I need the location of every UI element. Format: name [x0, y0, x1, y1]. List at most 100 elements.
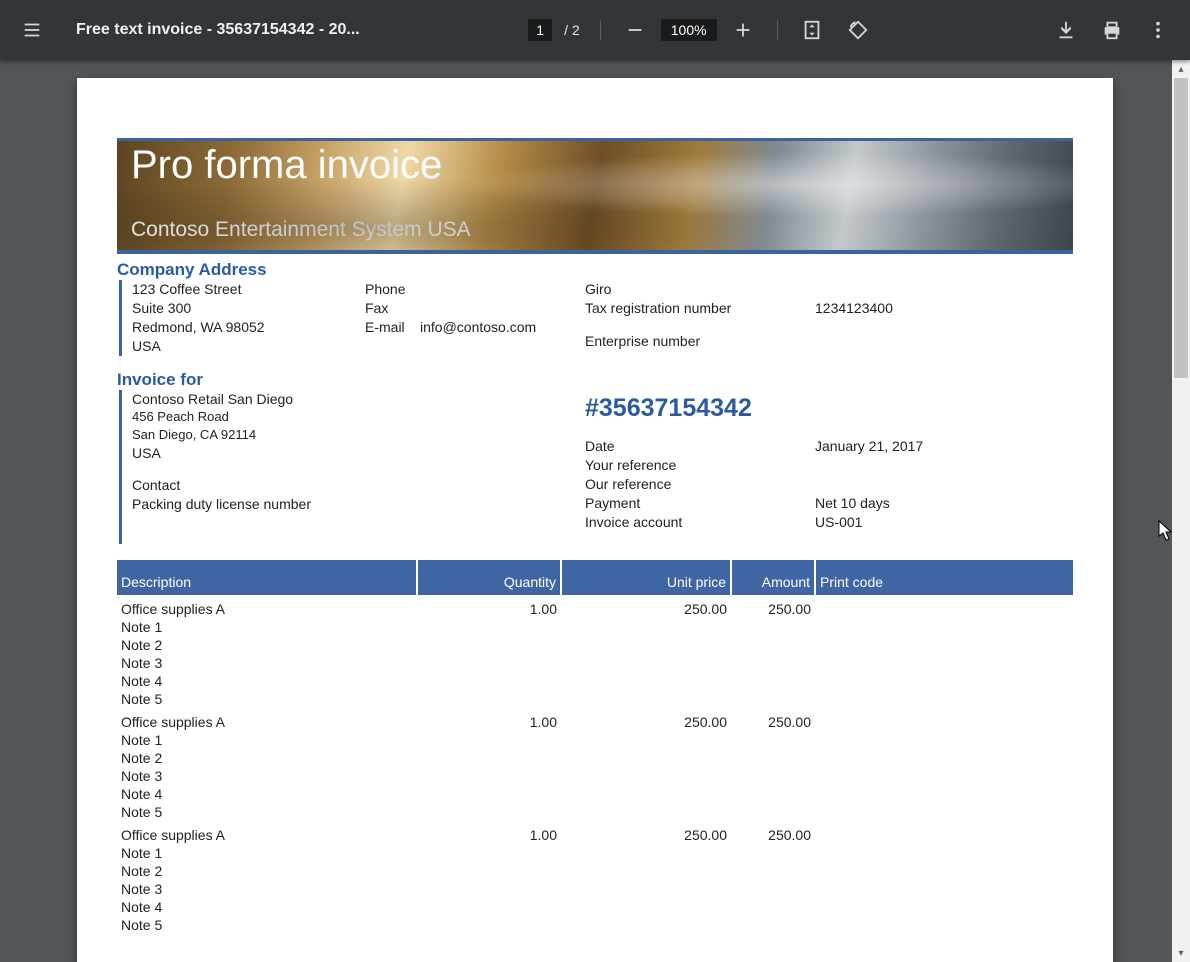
cust-line: Contoso Retail San Diego	[132, 390, 585, 409]
zoom-level[interactable]: 100%	[661, 19, 717, 41]
addr-line: Redmond, WA 98052	[132, 318, 365, 337]
invoice-banner: Pro forma invoice Contoso Entertainment …	[117, 138, 1073, 254]
download-icon	[1055, 19, 1077, 41]
scroll-up-arrow[interactable]: ▴	[1172, 60, 1190, 78]
page-total: / 2	[558, 22, 586, 38]
email-value: info@contoso.com	[420, 319, 536, 335]
cell-code	[815, 821, 1073, 844]
note-cell: Note 5	[117, 916, 1073, 934]
more-vert-icon	[1147, 19, 1169, 41]
cell-desc: Office supplies A	[117, 821, 417, 844]
rotate-icon	[847, 19, 869, 41]
meta-key: Our reference	[585, 475, 815, 494]
minus-icon	[624, 19, 646, 41]
cust-line: San Diego, CA 92114	[132, 426, 585, 444]
print-icon	[1101, 19, 1123, 41]
pdf-toolbar: Free text invoice - 35637154342 - 20... …	[0, 0, 1190, 60]
plus-icon	[732, 19, 754, 41]
note-cell: Note 4	[117, 672, 1073, 690]
meta-val: Net 10 days	[815, 494, 890, 513]
invoice-number: #35637154342	[585, 392, 1073, 426]
note-cell: Note 2	[117, 636, 1073, 654]
download-button[interactable]	[1046, 10, 1086, 50]
cell-amount: 250.00	[731, 595, 815, 618]
invoice-meta-block: #35637154342 DateJanuary 21, 2017 Your r…	[585, 390, 1073, 545]
addr-line: USA	[132, 337, 365, 356]
company-address-heading: Company Address	[117, 260, 1073, 280]
note-cell: Note 1	[117, 731, 1073, 749]
cell-qty: 1.00	[417, 821, 561, 844]
hamburger-icon	[21, 19, 43, 41]
note-row: Note 5	[117, 803, 1073, 821]
fit-page-button[interactable]	[792, 10, 832, 50]
note-cell: Note 3	[117, 767, 1073, 785]
fit-page-icon	[801, 19, 823, 41]
cust-line: USA	[132, 444, 585, 463]
license-label: Packing duty license number	[132, 495, 585, 514]
fax-label: Fax	[365, 299, 585, 318]
scroll-thumb[interactable]	[1174, 78, 1188, 378]
th-quantity: Quantity	[417, 560, 561, 595]
note-cell: Note 1	[117, 844, 1073, 862]
cell-qty: 1.00	[417, 595, 561, 618]
note-row: Note 3	[117, 767, 1073, 785]
note-row: Note 1	[117, 844, 1073, 862]
cell-code	[815, 595, 1073, 618]
th-description: Description	[117, 560, 417, 595]
more-button[interactable]	[1138, 10, 1178, 50]
note-row: Note 3	[117, 880, 1073, 898]
giro-label: Giro	[585, 280, 815, 299]
page-current-input[interactable]: 1	[528, 19, 552, 41]
cell-price: 250.00	[561, 595, 731, 618]
print-button[interactable]	[1092, 10, 1132, 50]
note-row: Note 4	[117, 672, 1073, 690]
pdf-page: Pro forma invoice Contoso Entertainment …	[77, 78, 1113, 962]
addr-line: Suite 300	[132, 299, 365, 318]
company-fiscal-block: Giro Tax registration number1234123400 E…	[585, 280, 1073, 356]
note-cell: Note 4	[117, 785, 1073, 803]
scroll-down-arrow[interactable]: ▾	[1172, 944, 1190, 962]
invoice-for-heading: Invoice for	[117, 370, 1073, 390]
meta-key: Date	[585, 437, 815, 456]
note-row: Note 3	[117, 654, 1073, 672]
menu-button[interactable]	[12, 10, 52, 50]
cell-desc: Office supplies A	[117, 595, 417, 618]
company-contact-block: Phone Fax E-mailinfo@contoso.com	[365, 280, 585, 356]
note-row: Note 5	[117, 916, 1073, 934]
note-cell: Note 1	[117, 618, 1073, 636]
note-cell: Note 5	[117, 803, 1073, 821]
meta-key: Invoice account	[585, 513, 815, 532]
note-row: Note 1	[117, 618, 1073, 636]
toolbar-divider	[600, 20, 601, 40]
tax-label: Tax registration number	[585, 299, 815, 318]
email-label: E-mail	[365, 318, 420, 337]
note-cell: Note 5	[117, 690, 1073, 708]
addr-line: 123 Coffee Street	[132, 280, 365, 299]
invoice-title: Pro forma invoice	[131, 143, 442, 188]
meta-key: Payment	[585, 494, 815, 513]
cell-desc: Office supplies A	[117, 708, 417, 731]
note-row: Note 4	[117, 898, 1073, 916]
note-row: Note 4	[117, 785, 1073, 803]
note-cell: Note 3	[117, 654, 1073, 672]
note-row: Note 2	[117, 749, 1073, 767]
rotate-button[interactable]	[838, 10, 878, 50]
note-row: Note 2	[117, 636, 1073, 654]
meta-val: US-001	[815, 513, 862, 532]
th-amount: Amount	[731, 560, 815, 595]
company-address-block: 123 Coffee Street Suite 300 Redmond, WA …	[119, 280, 365, 356]
cell-amount: 250.00	[731, 821, 815, 844]
contact-label: Contact	[132, 476, 585, 495]
zoom-out-button[interactable]	[615, 10, 655, 50]
table-row: Office supplies A1.00250.00250.00	[117, 708, 1073, 731]
note-row: Note 2	[117, 862, 1073, 880]
vertical-scrollbar[interactable]: ▴ ▾	[1172, 60, 1190, 962]
meta-val: January 21, 2017	[815, 437, 923, 456]
toolbar-divider	[777, 20, 778, 40]
note-cell: Note 4	[117, 898, 1073, 916]
th-print-code: Print code	[815, 560, 1073, 595]
cell-price: 250.00	[561, 821, 731, 844]
zoom-in-button[interactable]	[723, 10, 763, 50]
note-row: Note 1	[117, 731, 1073, 749]
note-row: Note 5	[117, 690, 1073, 708]
